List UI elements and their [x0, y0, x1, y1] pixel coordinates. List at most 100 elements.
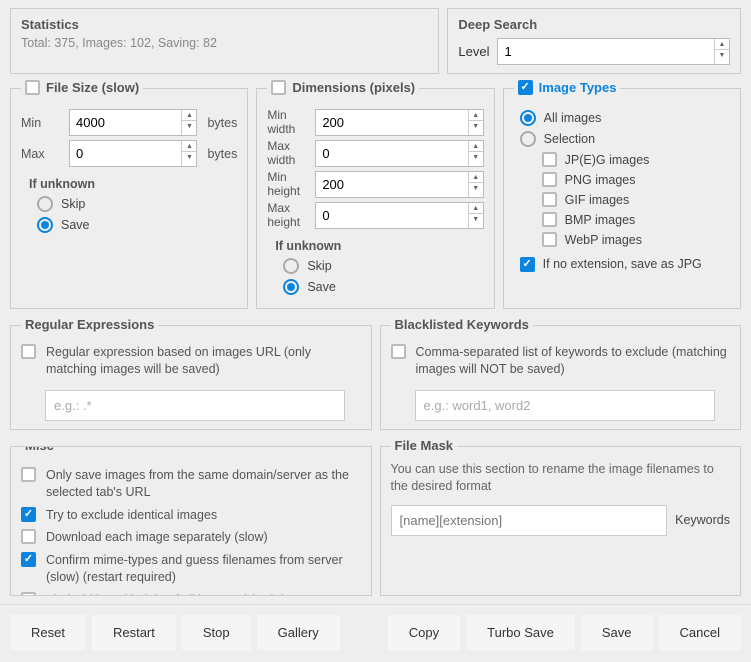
radio-icon[interactable]	[37, 217, 53, 233]
dimensions-skip-option[interactable]: Skip	[283, 258, 483, 274]
stepper-down-icon[interactable]: ▼	[469, 121, 483, 132]
stepper-up-icon[interactable]: ▲	[469, 110, 483, 121]
gallery-button[interactable]: Gallery	[257, 615, 340, 650]
stop-button[interactable]: Stop	[182, 615, 251, 650]
stepper-down-icon[interactable]: ▼	[182, 152, 196, 163]
no-extension-option[interactable]: If no extension, save as JPG	[520, 257, 730, 272]
file-size-min-field[interactable]	[70, 110, 181, 135]
dimensions-enable-checkbox[interactable]	[271, 80, 286, 95]
file-size-skip-option[interactable]: Skip	[37, 196, 237, 212]
misc-option[interactable]: Find width and height of all images (slo…	[21, 592, 361, 596]
regex-enable-checkbox[interactable]	[21, 344, 36, 359]
image-type-option[interactable]: GIF images	[542, 192, 730, 207]
file-size-max-unit: bytes	[207, 147, 237, 161]
stepper-down-icon[interactable]: ▼	[469, 183, 483, 194]
stepper-down-icon[interactable]: ▼	[182, 121, 196, 132]
misc-option[interactable]: Try to exclude identical images	[21, 507, 361, 524]
file-size-max-field[interactable]	[70, 141, 181, 166]
image-type-checkbox[interactable]	[542, 212, 557, 227]
file-mask-keywords-link[interactable]: Keywords	[675, 513, 730, 527]
image-types-all-option[interactable]: All images	[520, 110, 730, 126]
save-button[interactable]: Save	[581, 615, 653, 650]
blacklist-input[interactable]	[415, 390, 715, 421]
radio-icon[interactable]	[283, 279, 299, 295]
misc-option[interactable]: Download each image separately (slow)	[21, 529, 361, 546]
misc-panel: Misc Only save images from the same doma…	[10, 446, 372, 596]
misc-option-label: Only save images from the same domain/se…	[46, 467, 361, 501]
image-type-option[interactable]: PNG images	[542, 172, 730, 187]
file-size-min-label: Min	[21, 116, 63, 130]
file-size-min-unit: bytes	[207, 116, 237, 130]
max-width-input[interactable]: ▲▼	[315, 140, 483, 167]
file-size-skip-label: Skip	[61, 197, 85, 211]
image-type-checkbox[interactable]	[542, 152, 557, 167]
footer-toolbar: Reset Restart Stop Gallery Copy Turbo Sa…	[0, 604, 751, 660]
misc-checkbox[interactable]	[21, 529, 36, 544]
regex-input[interactable]	[45, 390, 345, 421]
turbo-save-button[interactable]: Turbo Save	[466, 615, 575, 650]
image-type-label: WebP images	[565, 233, 642, 247]
file-size-min-input[interactable]: ▲▼	[69, 109, 197, 136]
cancel-button[interactable]: Cancel	[659, 615, 741, 650]
stepper-up-icon[interactable]: ▲	[469, 141, 483, 152]
stepper-down-icon[interactable]: ▼	[715, 50, 729, 61]
image-type-checkbox[interactable]	[542, 232, 557, 247]
statistics-line: Total: 375, Images: 102, Saving: 82	[21, 36, 428, 50]
deep-search-level-field[interactable]	[498, 39, 714, 64]
stepper-down-icon[interactable]: ▼	[469, 214, 483, 225]
file-size-max-input[interactable]: ▲▼	[69, 140, 197, 167]
file-size-enable-checkbox[interactable]	[25, 80, 40, 95]
misc-option[interactable]: Only save images from the same domain/se…	[21, 467, 361, 501]
image-type-option[interactable]: JP(E)G images	[542, 152, 730, 167]
dimensions-skip-label: Skip	[307, 259, 331, 273]
stepper-up-icon[interactable]: ▲	[715, 39, 729, 50]
misc-checkbox[interactable]	[21, 552, 36, 567]
misc-option[interactable]: Confirm mime-types and guess filenames f…	[21, 552, 361, 586]
blacklist-enable-checkbox[interactable]	[391, 344, 406, 359]
reset-button[interactable]: Reset	[10, 615, 86, 650]
image-types-all-label: All images	[544, 111, 602, 125]
no-extension-checkbox[interactable]	[520, 257, 535, 272]
stepper-down-icon[interactable]: ▼	[469, 152, 483, 163]
misc-checkbox[interactable]	[21, 467, 36, 482]
misc-checkbox[interactable]	[21, 592, 36, 596]
copy-button[interactable]: Copy	[388, 615, 460, 650]
min-height-field[interactable]	[316, 172, 467, 197]
image-type-option[interactable]: WebP images	[542, 232, 730, 247]
max-height-field[interactable]	[316, 203, 467, 228]
max-width-field[interactable]	[316, 141, 467, 166]
image-type-option[interactable]: BMP images	[542, 212, 730, 227]
min-width-input[interactable]: ▲▼	[315, 109, 483, 136]
image-type-label: GIF images	[565, 193, 630, 207]
stepper-up-icon[interactable]: ▲	[182, 110, 196, 121]
image-types-enable-checkbox[interactable]	[518, 80, 533, 95]
min-width-field[interactable]	[316, 110, 467, 135]
misc-option-label: Download each image separately (slow)	[46, 529, 268, 546]
deep-search-level-input[interactable]: ▲ ▼	[497, 38, 730, 65]
stepper-up-icon[interactable]: ▲	[469, 172, 483, 183]
radio-icon[interactable]	[37, 196, 53, 212]
radio-icon[interactable]	[520, 110, 536, 126]
min-height-label: Min height	[267, 171, 309, 197]
dimensions-panel: Dimensions (pixels) Min width ▲▼ Max wid…	[256, 88, 494, 309]
blacklist-panel: Blacklisted Keywords Comma-separated lis…	[380, 325, 742, 430]
min-height-input[interactable]: ▲▼	[315, 171, 483, 198]
image-type-checkbox[interactable]	[542, 172, 557, 187]
file-mask-panel: File Mask You can use this section to re…	[380, 446, 742, 596]
radio-icon[interactable]	[283, 258, 299, 274]
image-types-selection-option[interactable]: Selection	[520, 131, 730, 147]
max-height-input[interactable]: ▲▼	[315, 202, 483, 229]
restart-button[interactable]: Restart	[92, 615, 176, 650]
stepper-up-icon[interactable]: ▲	[182, 141, 196, 152]
blacklist-desc: Comma-separated list of keywords to excl…	[416, 344, 731, 378]
image-type-checkbox[interactable]	[542, 192, 557, 207]
max-width-label: Max width	[267, 140, 309, 166]
dimensions-save-option[interactable]: Save	[283, 279, 483, 295]
misc-checkbox[interactable]	[21, 507, 36, 522]
stepper-up-icon[interactable]: ▲	[469, 203, 483, 214]
blacklist-title: Blacklisted Keywords	[391, 317, 533, 332]
file-mask-input[interactable]	[391, 505, 668, 536]
file-size-save-option[interactable]: Save	[37, 217, 237, 233]
regex-panel: Regular Expressions Regular expression b…	[10, 325, 372, 430]
radio-icon[interactable]	[520, 131, 536, 147]
